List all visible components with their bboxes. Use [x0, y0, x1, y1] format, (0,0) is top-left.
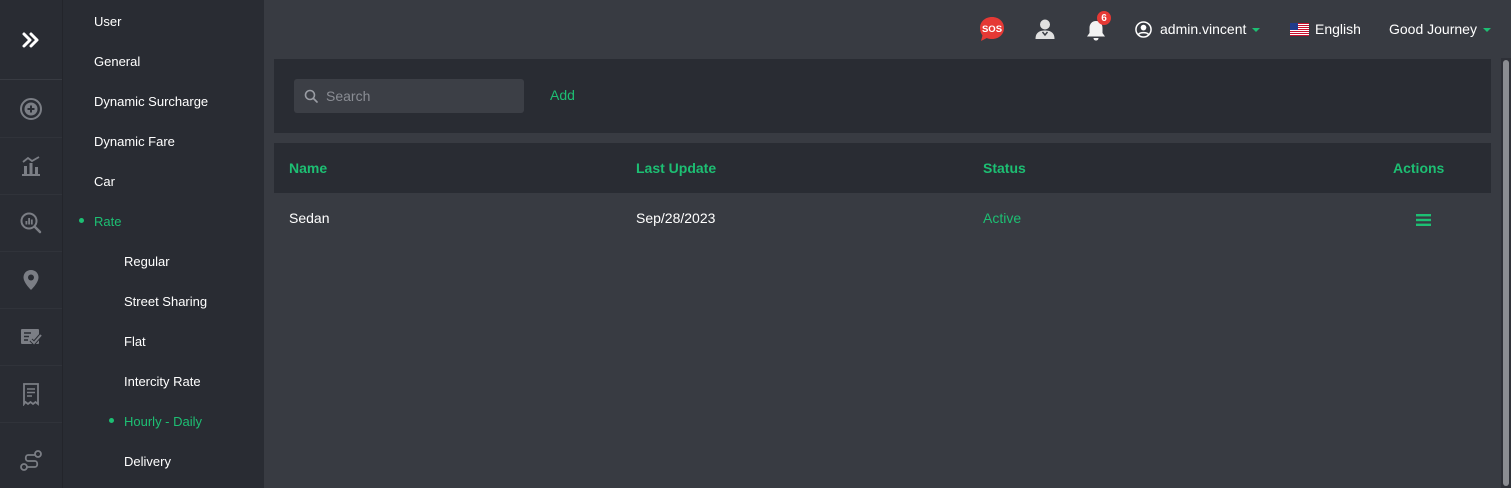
search-analytics-icon: [20, 212, 42, 234]
search-input[interactable]: [326, 88, 506, 104]
subnav-item-delivery[interactable]: Delivery: [124, 454, 171, 469]
double-chevron-right-icon: [22, 32, 39, 47]
subnav-item-regular[interactable]: Regular: [124, 254, 170, 269]
page-scrollbar[interactable]: [1501, 58, 1511, 488]
notifications-button[interactable]: 6: [1084, 0, 1112, 58]
language-selector[interactable]: English: [1290, 0, 1361, 58]
top-header: SOS 6 admin.vincent English Good Journey: [264, 0, 1511, 58]
rail-item-add[interactable]: [0, 80, 62, 138]
company-selector[interactable]: Good Journey: [1389, 0, 1491, 58]
notification-count-badge: 6: [1097, 11, 1111, 25]
chevron-down-icon: [1252, 28, 1261, 32]
rates-table: Name Last Update Status Actions Sedan Se…: [274, 143, 1491, 243]
subnav-item-car[interactable]: Car: [94, 174, 115, 189]
sos-button[interactable]: SOS: [978, 0, 1006, 58]
rail-item-locations[interactable]: [0, 252, 62, 309]
table-row[interactable]: Sedan Sep/28/2023 Active: [274, 193, 1491, 243]
table-header: Name Last Update Status Actions: [274, 143, 1491, 193]
search-box[interactable]: [294, 79, 524, 113]
toolbar-panel: Add: [274, 59, 1491, 133]
checklist-icon: [21, 329, 43, 346]
cell-name: Sedan: [289, 210, 330, 226]
subnav-item-dynamic-surcharge[interactable]: Dynamic Surcharge: [94, 94, 208, 109]
language-label: English: [1315, 21, 1361, 37]
subnav-item-rate[interactable]: Rate: [94, 214, 121, 229]
subnav-item-flat[interactable]: Flat: [124, 334, 146, 349]
bar-chart-icon: [22, 156, 40, 176]
subnav-item-hourly-daily[interactable]: Hourly - Daily: [124, 414, 202, 429]
search-icon: [304, 89, 318, 103]
us-flag-icon: [1290, 22, 1309, 36]
active-indicator-dot: [79, 218, 84, 223]
subnav-item-intercity-rate[interactable]: Intercity Rate: [124, 374, 201, 389]
column-header-name[interactable]: Name: [289, 160, 327, 176]
row-actions-button[interactable]: [1416, 213, 1431, 232]
driver-profile-button[interactable]: [1034, 0, 1056, 58]
column-header-status[interactable]: Status: [983, 160, 1026, 176]
route-icon: [20, 449, 42, 471]
user-menu-dropdown[interactable]: admin.vincent: [1135, 0, 1261, 58]
subnav-item-user[interactable]: User: [94, 14, 121, 29]
company-label: Good Journey: [1389, 21, 1477, 37]
plus-circle-icon: [20, 97, 42, 120]
column-header-actions: Actions: [1393, 160, 1445, 176]
rail-item-analytics[interactable]: [0, 195, 62, 252]
receipt-icon: [23, 383, 39, 406]
icon-rail: [0, 0, 63, 488]
user-circle-icon: [1135, 20, 1152, 38]
hamburger-menu-icon: [1416, 214, 1431, 226]
column-header-last-update[interactable]: Last Update: [636, 160, 716, 176]
cell-last-update: Sep/28/2023: [636, 210, 716, 226]
expand-sidebar-button[interactable]: [0, 0, 62, 80]
cell-status: Active: [983, 210, 1022, 226]
rail-item-billing[interactable]: [0, 366, 62, 423]
username-label: admin.vincent: [1160, 21, 1247, 37]
subnav-item-general[interactable]: General: [94, 54, 140, 69]
location-pin-icon: [23, 270, 39, 290]
rail-item-routes[interactable]: [0, 423, 62, 480]
person-icon: [1035, 19, 1055, 39]
sos-icon: SOS: [980, 17, 1004, 41]
rail-item-tasks[interactable]: [0, 309, 62, 366]
svg-text:SOS: SOS: [982, 24, 1002, 35]
chevron-down-icon: [1482, 28, 1491, 32]
active-indicator-dot: [109, 418, 114, 423]
subnav-item-street-sharing[interactable]: Street Sharing: [124, 294, 207, 309]
settings-subnav: User General Dynamic Surcharge Dynamic F…: [63, 0, 264, 488]
subnav-item-dynamic-fare[interactable]: Dynamic Fare: [94, 134, 175, 149]
add-button[interactable]: Add: [550, 87, 575, 103]
scrollbar-thumb[interactable]: [1503, 60, 1509, 486]
rail-item-reports[interactable]: [0, 138, 62, 195]
